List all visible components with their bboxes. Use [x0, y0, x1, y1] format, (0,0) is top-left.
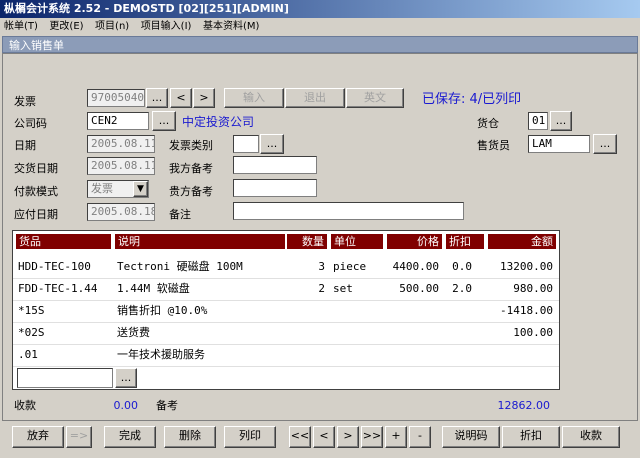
header-item: 货品	[16, 234, 111, 249]
company-field[interactable]: CEN2	[87, 112, 149, 130]
receive-button[interactable]: 收款	[562, 426, 620, 448]
description-code-button[interactable]: 说明码	[442, 426, 500, 448]
invoice-field[interactable]: 97005040	[87, 89, 145, 107]
english-button[interactable]: 英文	[346, 88, 404, 108]
header-amount: 金额	[488, 234, 556, 249]
table-row[interactable]: *15S 销售折扣 @10.0% -1418.00	[13, 300, 559, 323]
pay-mode-value: 发票	[91, 182, 113, 195]
menu-item[interactable]: 项目(n)	[91, 19, 133, 35]
invoice-type-field[interactable]	[233, 135, 259, 153]
invoice-label: 发票	[14, 95, 36, 108]
menu-edit[interactable]: 更改(E)	[45, 19, 87, 35]
print-button[interactable]: 列印	[224, 426, 276, 448]
table-row[interactable]: FDD-TEC-1.44 1.44M 软磁盘 2 set 500.00 2.0 …	[13, 278, 559, 301]
header-unit: 单位	[331, 234, 383, 249]
new-item-input[interactable]	[17, 368, 113, 388]
our-ref-field[interactable]	[233, 156, 317, 174]
last-record-button[interactable]: >>	[361, 426, 383, 448]
company-name: 中定投资公司	[182, 115, 255, 129]
menu-invoice[interactable]: 帐单(T)	[0, 19, 42, 35]
header-disc: 折扣	[446, 234, 484, 249]
remark-field[interactable]	[233, 202, 464, 220]
date-label: 日期	[14, 139, 36, 152]
menu-master-data[interactable]: 基本资料(M)	[199, 19, 263, 35]
done-button[interactable]: 完成	[104, 426, 156, 448]
date-field[interactable]: 2005.08.11	[87, 135, 155, 153]
trade-date-field[interactable]: 2005.08.11	[87, 157, 155, 175]
table-row[interactable]: *02S 送货费 100.00	[13, 322, 559, 345]
invoice-lookup-button[interactable]: ...	[146, 88, 168, 108]
salesman-label: 售货员	[477, 139, 510, 152]
our-ref-label: 我方备考	[169, 162, 213, 175]
abandon-button[interactable]: 放弃	[12, 426, 64, 448]
new-item-lookup-button[interactable]: ...	[115, 368, 137, 388]
menu-bar: 帐单(T) 更改(E) 项目(n) 项目输入(I) 基本资料(M)	[0, 18, 640, 34]
received-value: 0.00	[113, 399, 139, 412]
prev-record-button[interactable]: <	[313, 426, 335, 448]
item-grid: 货品 说明 数量 单位 价格 折扣 金额 HDD-TEC-100 Tectron…	[12, 230, 560, 390]
input-button[interactable]: 输入	[224, 88, 284, 108]
salesman-lookup-button[interactable]: ...	[593, 134, 617, 154]
status-text: 已保存: 4/已列印	[422, 92, 522, 107]
menu-item-input[interactable]: 项目输入(I)	[137, 19, 196, 35]
next-invoice-button[interactable]: >	[193, 88, 215, 108]
warehouse-lookup-button[interactable]: ...	[550, 111, 572, 131]
remark-label: 备注	[169, 208, 191, 221]
due-date-label: 应付日期	[14, 208, 58, 221]
add-row-button[interactable]: +	[385, 426, 407, 448]
panel-title: 输入销售单	[2, 36, 638, 53]
header-qty: 数量	[287, 234, 327, 249]
next-record-button[interactable]: >	[337, 426, 359, 448]
warehouse-label: 货仓	[477, 117, 499, 130]
your-ref-field[interactable]	[233, 179, 317, 197]
chevron-down-icon[interactable]: ▼	[133, 181, 148, 197]
trade-date-label: 交货日期	[14, 162, 58, 175]
header-price: 价格	[387, 234, 442, 249]
discount-button[interactable]: 折扣	[502, 426, 560, 448]
remove-row-button[interactable]: -	[409, 426, 431, 448]
window-title: 枞榍会计系统 2.52 - DEMOSTD [02][251][ADMIN]	[0, 0, 640, 18]
received-label: 收款	[14, 399, 36, 412]
delete-button[interactable]: 删除	[164, 426, 216, 448]
header-desc: 说明	[115, 234, 285, 249]
warehouse-field[interactable]: 01	[528, 112, 548, 130]
company-lookup-button[interactable]: ...	[152, 111, 176, 131]
total-amount: 12862.00	[497, 399, 551, 412]
prev-invoice-button[interactable]: <	[170, 88, 192, 108]
invoice-type-lookup-button[interactable]: ...	[260, 134, 284, 154]
exit-button[interactable]: 退出	[285, 88, 345, 108]
company-label: 公司码	[14, 117, 47, 130]
due-date-field[interactable]: 2005.08.18	[87, 203, 155, 221]
your-ref-label: 贵方备考	[169, 185, 213, 198]
first-record-button[interactable]: <<	[289, 426, 311, 448]
pay-mode-label: 付款模式	[14, 185, 58, 198]
salesman-field[interactable]: LAM	[528, 135, 590, 153]
table-row[interactable]: HDD-TEC-100 Tectroni 硬磁盘 100M 3 piece 44…	[13, 256, 559, 279]
table-row[interactable]: .01 一年技术援助服务	[13, 344, 559, 367]
invoice-type-label: 发票类别	[169, 139, 213, 152]
ref-label: 备考	[156, 399, 178, 412]
transfer-button[interactable]: =>	[66, 426, 92, 448]
